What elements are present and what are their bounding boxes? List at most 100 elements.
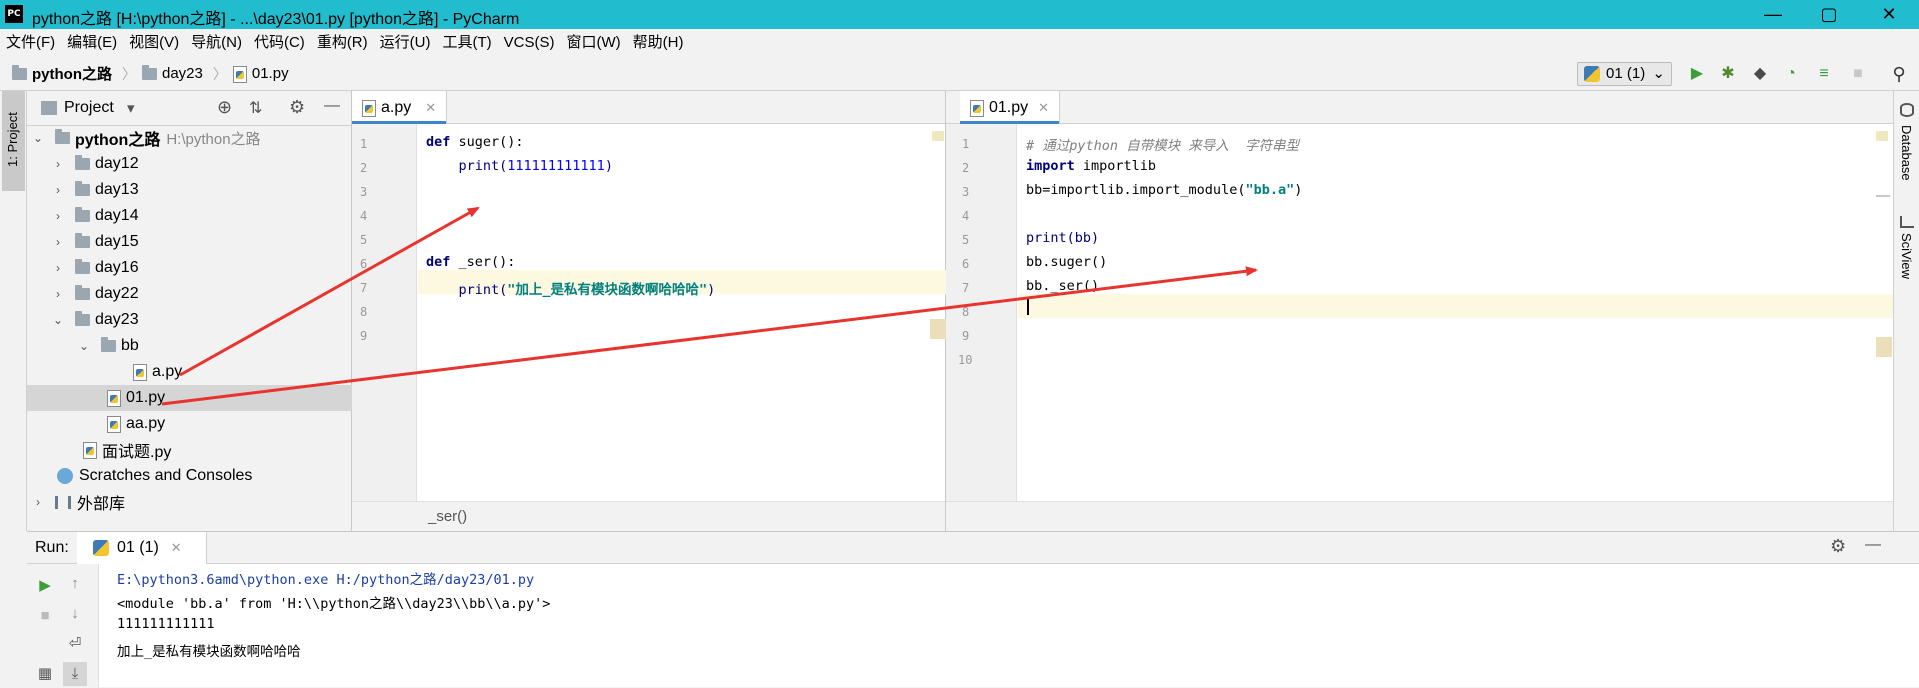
tab-a-py[interactable]: a.py ✕ <box>352 91 448 124</box>
scroll-marker[interactable] <box>1876 195 1890 197</box>
chevron-down-icon[interactable]: ⌄ <box>51 313 65 327</box>
maximize-button[interactable]: ▢ <box>1806 0 1852 29</box>
tree-item-day23[interactable]: ⌄ day23 <box>27 307 352 333</box>
editor-01-py[interactable]: 01.py ✕ 1 2 3 4 5 6 7 8 9 10 # 通过python … <box>946 91 1893 531</box>
hide-panel-icon[interactable]: — <box>1865 536 1881 554</box>
close-tab-icon[interactable]: ✕ <box>425 100 436 116</box>
menu-refactor[interactable]: 重构(R) <box>311 29 374 56</box>
menu-code[interactable]: 代码(C) <box>248 29 311 56</box>
menu-file[interactable]: 文件(F) <box>0 29 61 56</box>
run-icon[interactable]: ▶ <box>1686 63 1708 85</box>
pycharm-logo-icon: PC <box>5 5 23 23</box>
profile-icon[interactable]: ◔ <box>1780 63 1802 85</box>
menu-tools[interactable]: 工具(T) <box>436 29 497 56</box>
tree-item-day22[interactable]: › day22 <box>27 281 352 307</box>
navigation-bar: python之路 〉 day23 〉 01.py 01 (1) ⌄ ▶ ✱ ◆ … <box>0 56 1919 91</box>
tree-item-external-libraries[interactable]: › 外部库 <box>27 489 352 515</box>
code-line-7: print("加上_是私有模块函数啊哈哈哈") <box>426 282 716 298</box>
menu-view[interactable]: 视图(V) <box>123 29 185 56</box>
stop-icon[interactable]: ■ <box>33 604 57 628</box>
sciview-tool-tab[interactable]: SciView <box>1899 233 1914 279</box>
chevron-right-icon[interactable]: › <box>51 261 65 275</box>
debug-icon[interactable]: ✱ <box>1717 63 1739 85</box>
console-line: <module 'bb.a' from 'H:\\python之路\\day23… <box>117 596 551 612</box>
chevron-right-icon[interactable]: › <box>51 183 65 197</box>
project-panel-header: Project ▾ ⊕ ⇅ ⚙ — <box>27 91 351 126</box>
run-tab-01[interactable]: 01 (1) ✕ <box>77 532 207 564</box>
database-tool-tab[interactable]: Database <box>1899 125 1914 181</box>
close-window-button[interactable]: ✕ <box>1866 0 1912 29</box>
build-icon[interactable]: ≡ <box>1813 63 1835 85</box>
breadcrumb-project[interactable]: python之路 <box>12 56 112 91</box>
gear-icon[interactable]: ⚙ <box>1830 536 1846 557</box>
database-icon <box>1900 103 1914 117</box>
run-configuration-select[interactable]: 01 (1) ⌄ <box>1577 62 1672 86</box>
menu-edit[interactable]: 编辑(E) <box>61 29 123 56</box>
arrow-up-icon[interactable]: ↑ <box>63 572 87 596</box>
tab-01-py[interactable]: 01.py ✕ <box>960 91 1061 124</box>
tree-item-interview-py[interactable]: 面试题.py <box>27 437 352 463</box>
chevron-right-icon[interactable]: › <box>51 235 65 249</box>
collapse-all-icon[interactable]: ⇅ <box>249 98 262 118</box>
run-panel: Run: 01 (1) ✕ ⚙ — ▶ ↑ ■ ↓ ⏎ ▦ ⤓ E:\pytho… <box>27 531 1919 688</box>
tree-item-01-py[interactable]: 01.py <box>27 385 352 411</box>
layout-icon[interactable]: ▦ <box>33 662 57 686</box>
hide-panel-icon[interactable]: — <box>324 97 340 115</box>
menu-bar: 文件(F) 编辑(E) 视图(V) 导航(N) 代码(C) 重构(R) 运行(U) 工具(T)… <box>0 29 1919 56</box>
chevron-right-icon[interactable]: › <box>51 157 65 171</box>
rerun-icon[interactable]: ▶ <box>33 574 57 598</box>
breadcrumb-file[interactable]: 01.py <box>232 56 289 91</box>
tree-item-day13[interactable]: › day13 <box>27 177 352 203</box>
current-line-highlight <box>1018 294 1893 318</box>
menu-run[interactable]: 运行(U) <box>374 29 437 56</box>
chevron-down-icon[interactable]: ▾ <box>127 99 135 117</box>
gear-icon[interactable]: ⚙ <box>289 97 305 118</box>
run-panel-header: Run: 01 (1) ✕ ⚙ — <box>27 532 1919 564</box>
line-number: 7 <box>360 281 368 295</box>
inspection-marker[interactable] <box>1876 131 1888 141</box>
close-tab-icon[interactable]: ✕ <box>1038 100 1049 116</box>
minimize-button[interactable]: — <box>1750 0 1796 29</box>
soft-wrap-icon[interactable]: ⏎ <box>63 632 87 656</box>
chevron-right-icon[interactable]: › <box>51 287 65 301</box>
menu-window[interactable]: 窗口(W) <box>560 29 626 56</box>
tree-item-aa-py[interactable]: aa.py <box>27 411 352 437</box>
code-breadcrumb-bar <box>946 501 1893 531</box>
project-view-icon <box>41 101 57 115</box>
search-icon[interactable]: ⚲ <box>1888 63 1910 85</box>
project-tool-tab[interactable]: 1: Project <box>2 91 25 191</box>
folder-icon <box>142 64 157 80</box>
close-tab-icon[interactable]: ✕ <box>171 540 182 556</box>
tree-item-bb[interactable]: ⌄ bb <box>27 333 352 359</box>
code-breadcrumb[interactable]: _ser() <box>428 508 467 525</box>
stop-icon[interactable]: ■ <box>1847 63 1869 85</box>
tree-item-day16[interactable]: › day16 <box>27 255 352 281</box>
locate-icon[interactable]: ⊕ <box>217 97 232 118</box>
menu-vcs[interactable]: VCS(S) <box>498 29 561 56</box>
arrow-down-icon[interactable]: ↓ <box>63 602 87 626</box>
inspection-marker[interactable] <box>932 131 944 141</box>
chevron-right-icon[interactable]: › <box>51 209 65 223</box>
scroll-marker[interactable] <box>930 319 946 339</box>
scroll-to-end-icon[interactable]: ⤓ <box>63 662 87 686</box>
line-number: 8 <box>962 305 970 319</box>
tree-item-a-py[interactable]: a.py <box>27 359 352 385</box>
tree-item-day12[interactable]: › day12 <box>27 151 352 177</box>
menu-navigate[interactable]: 导航(N) <box>185 29 248 56</box>
scroll-marker[interactable] <box>1876 337 1892 357</box>
tree-item-day15[interactable]: › day15 <box>27 229 352 255</box>
chevron-down-icon[interactable]: ⌄ <box>77 339 91 353</box>
project-view-label[interactable]: Project <box>64 99 114 117</box>
breadcrumb-folder[interactable]: day23 <box>142 56 203 91</box>
menu-help[interactable]: 帮助(H) <box>627 29 690 56</box>
code-line-6: bb.suger() <box>1026 254 1108 270</box>
chevron-down-icon[interactable]: ⌄ <box>31 131 45 145</box>
tree-item-day14[interactable]: › day14 <box>27 203 352 229</box>
coverage-icon[interactable]: ◆ <box>1749 63 1771 85</box>
chevron-right-icon[interactable]: › <box>31 495 45 509</box>
tree-item-scratches[interactable]: Scratches and Consoles <box>27 463 352 489</box>
line-number: 9 <box>360 329 368 343</box>
editor-a-py[interactable]: a.py ✕ 1 2 3 4 5 6 7 8 9 def suger(): pr… <box>352 91 946 531</box>
tree-item-project-root[interactable]: ⌄ python之路 H:\python之路 <box>27 125 352 151</box>
console-line: 111111111111 <box>117 616 215 632</box>
